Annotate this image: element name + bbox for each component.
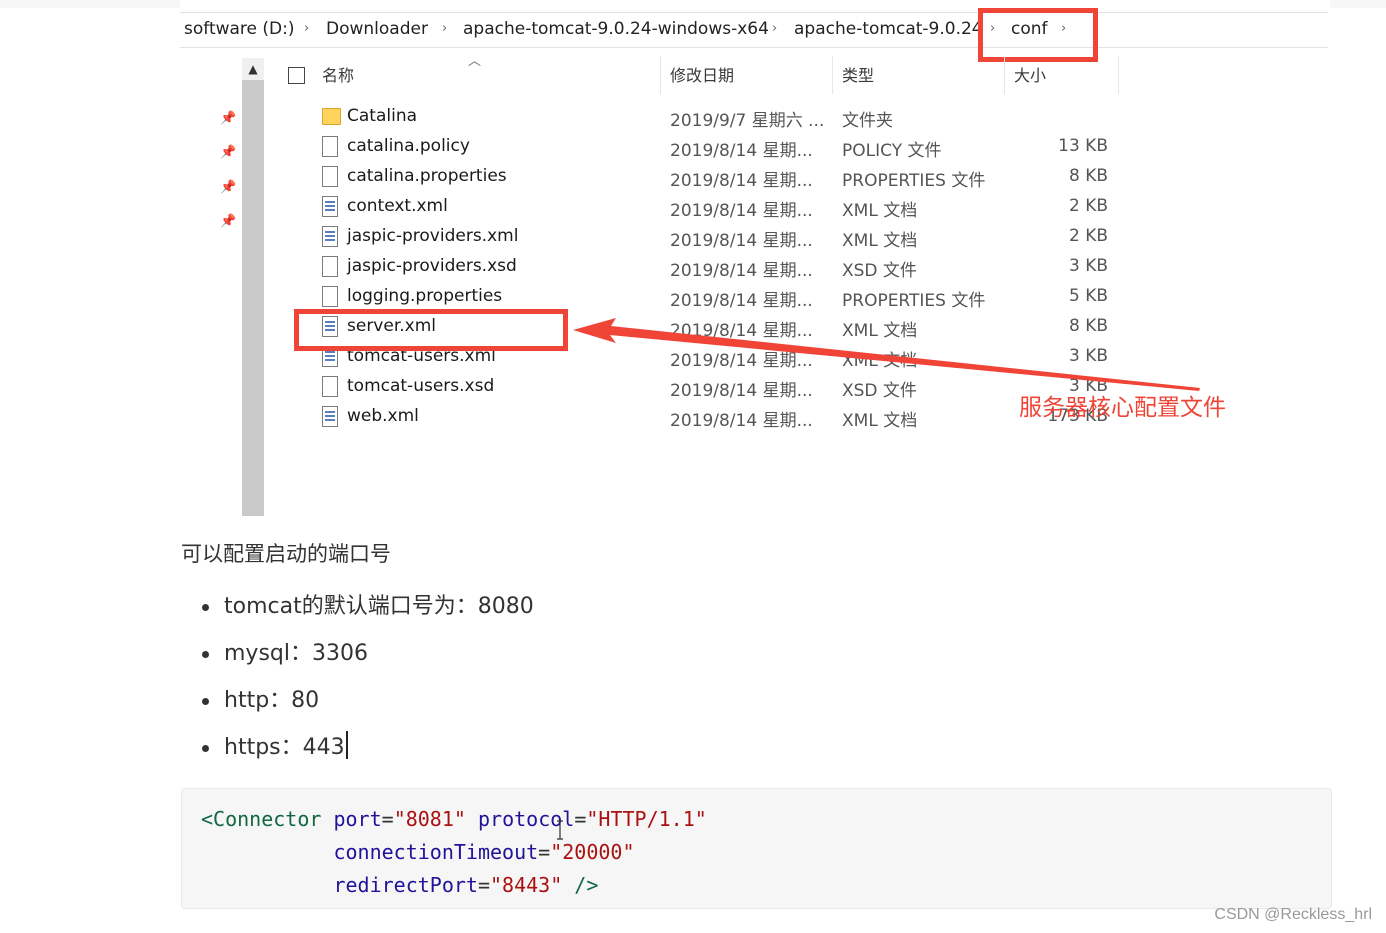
- paragraph-port-config: 可以配置启动的端口号: [181, 542, 391, 566]
- annotation-arrow: [573, 318, 1200, 391]
- list-item: http：80: [200, 684, 534, 731]
- list-item: tomcat的默认端口号为：8080: [200, 590, 534, 637]
- text-caret: [345, 731, 348, 759]
- code-tag: />: [574, 873, 599, 897]
- list-item-text: http：80: [224, 688, 320, 713]
- code-string: "8081": [393, 807, 466, 831]
- list-item[interactable]: https：443: [200, 731, 534, 778]
- code-string: "8443": [490, 873, 563, 897]
- watermark: CSDN @Reckless_hrl: [1214, 906, 1372, 923]
- code-tag: <Connector: [201, 807, 322, 831]
- code-attr: port: [333, 807, 382, 831]
- code-string: "HTTP/1.1": [586, 807, 707, 831]
- port-list: tomcat的默认端口号为：8080 mysql：3306 http：80 ht…: [200, 590, 534, 778]
- file-explorer-screenshot: software (D:) › Downloader › apache-tomc…: [180, 0, 1330, 516]
- list-item-text: mysql：3306: [224, 641, 368, 666]
- code-text: <Connector port="8081" protocol="HTTP/1.…: [201, 807, 707, 897]
- code-string: "20000": [550, 840, 635, 864]
- list-item-text: https：443: [224, 735, 345, 760]
- text-cursor-ibeam-icon: [557, 820, 563, 840]
- list-item-text: tomcat的默认端口号为：8080: [224, 594, 534, 619]
- code-block[interactable]: <Connector port="8081" protocol="HTTP/1.…: [181, 788, 1332, 909]
- code-attr: connectionTimeout: [333, 840, 539, 864]
- list-item: mysql：3306: [200, 637, 534, 684]
- annotation-label: 服务器核心配置文件: [1019, 395, 1226, 421]
- code-attr: redirectPort: [333, 873, 478, 897]
